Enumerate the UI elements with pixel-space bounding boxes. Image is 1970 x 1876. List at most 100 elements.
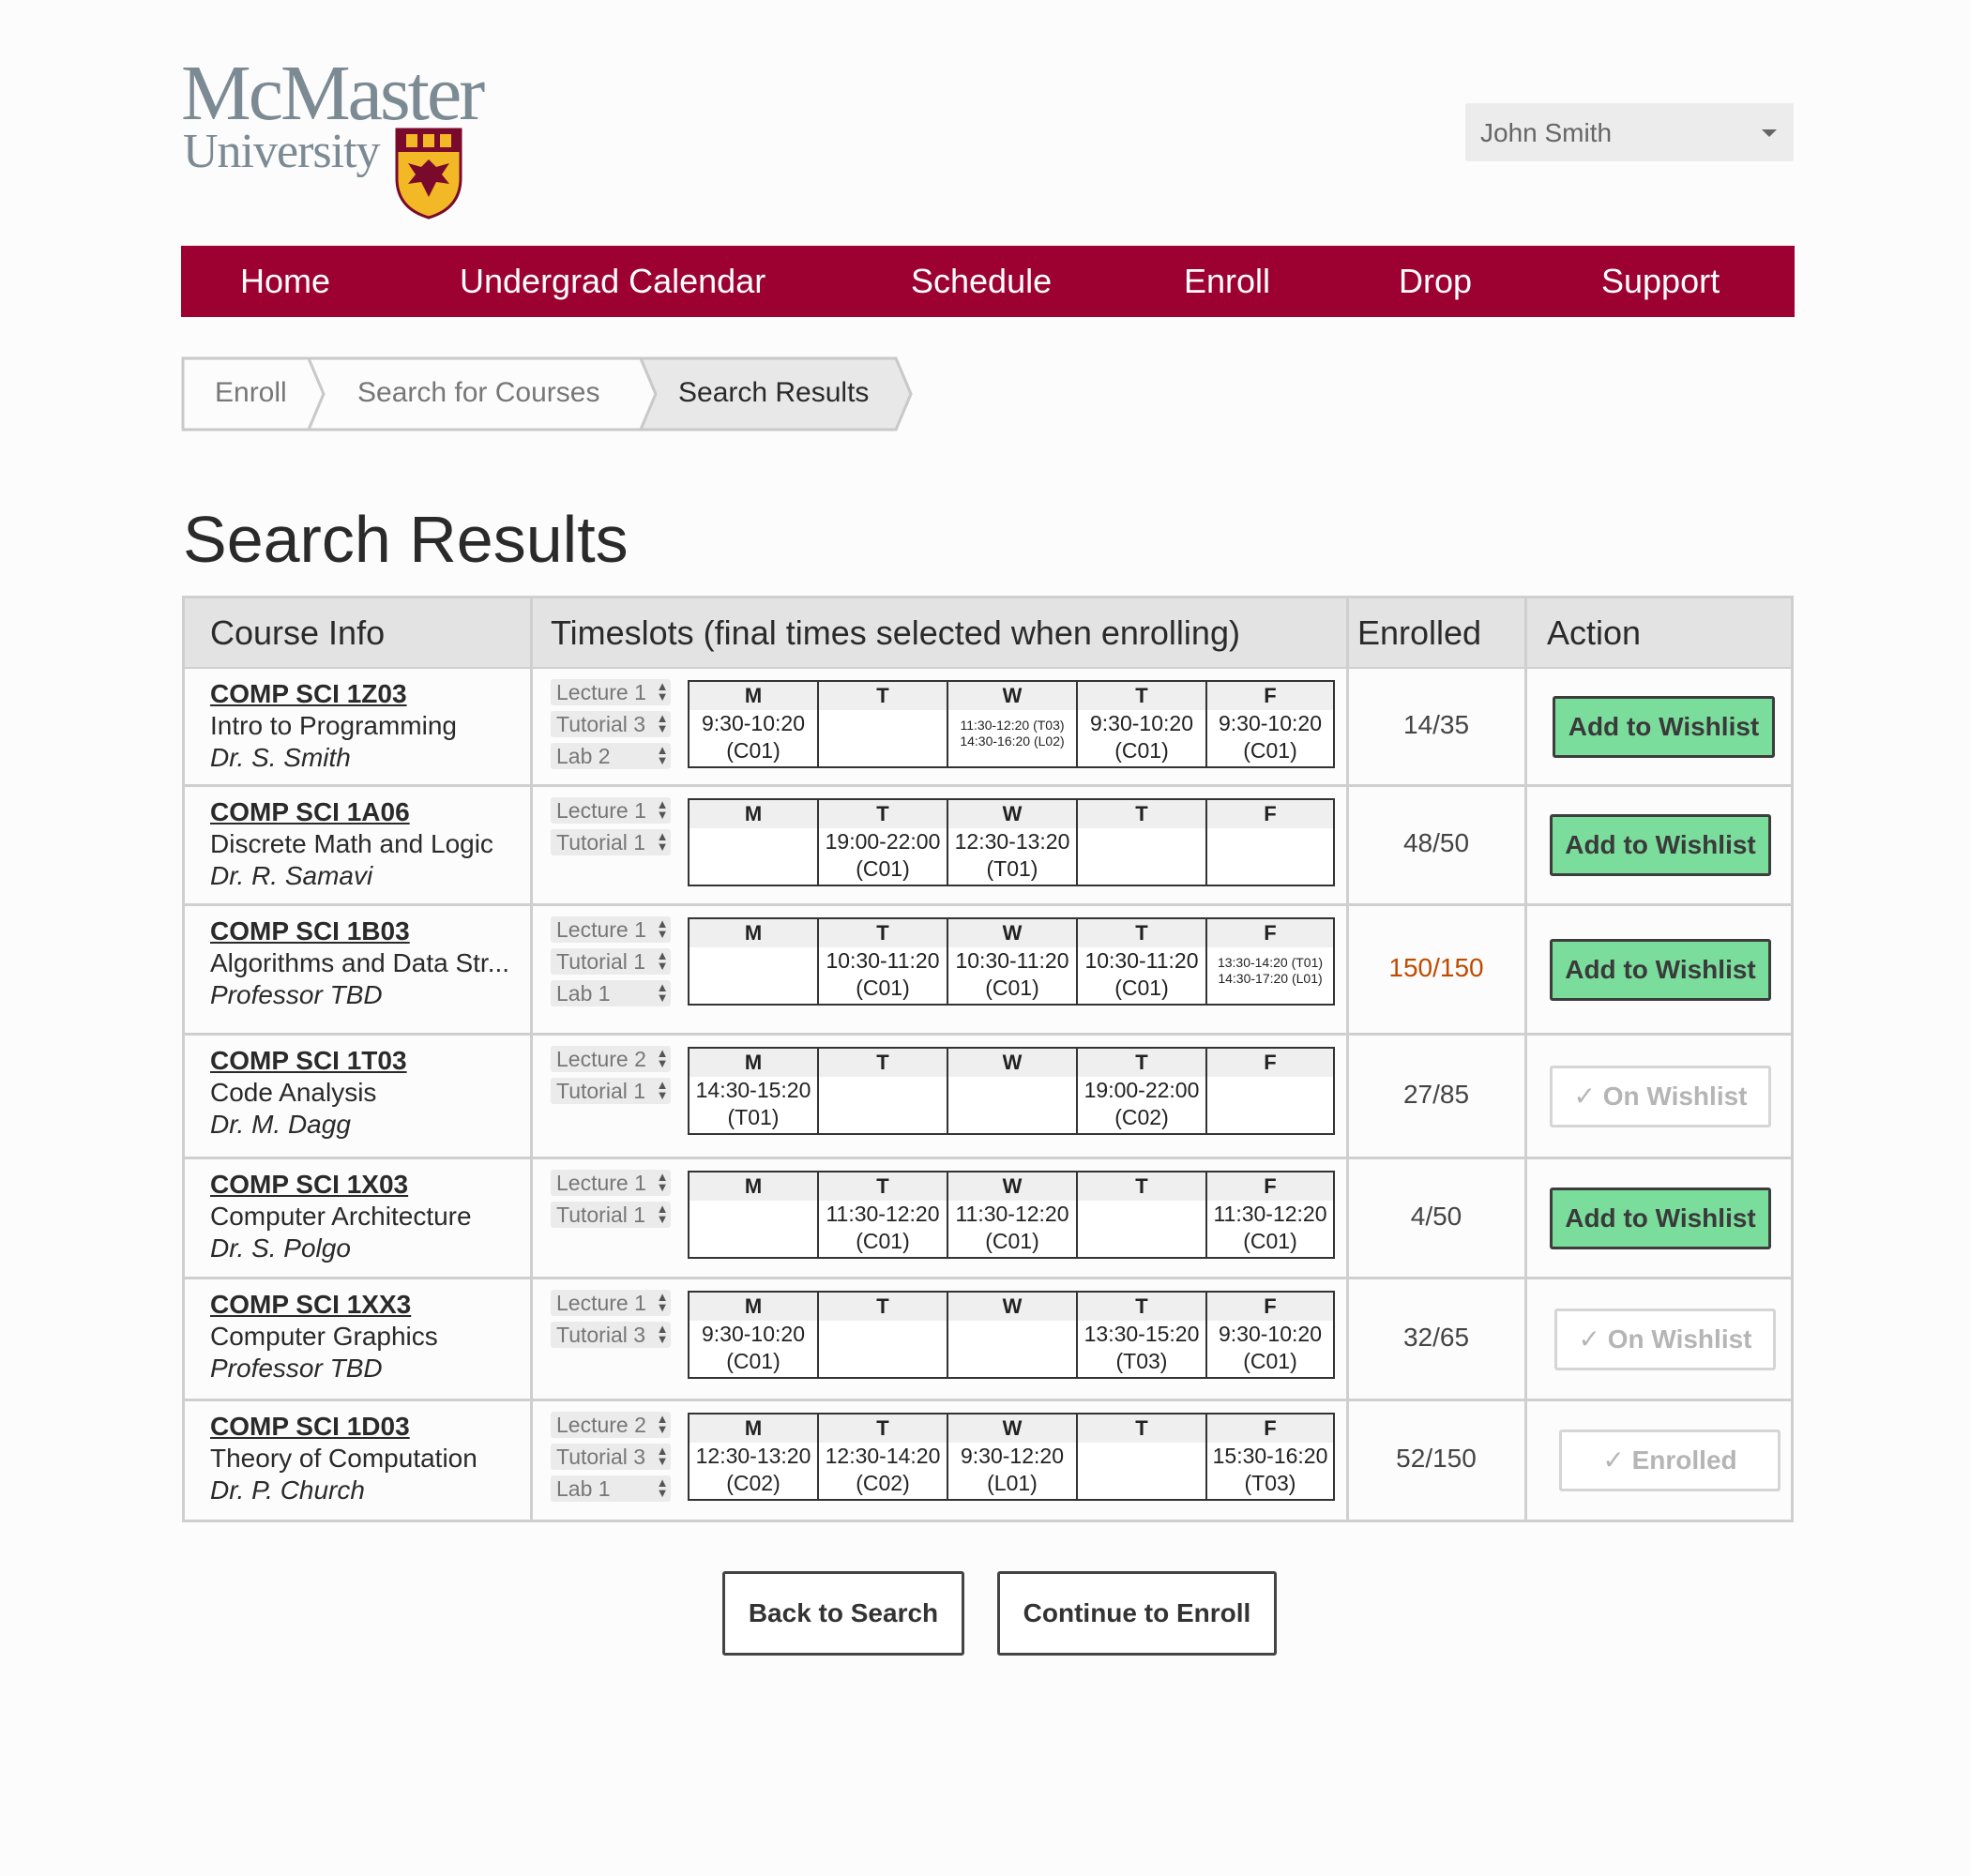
component-select[interactable]: Tutorial 1 ▲ ▼ [551, 829, 671, 855]
timeslot-entry: 12:30-13:20 (C02) [690, 1443, 817, 1497]
day-header: T [819, 800, 947, 828]
enrolled-count: 150/150 [1388, 953, 1484, 982]
add-to-wishlist-button[interactable]: Add to Wishlist [1553, 696, 1775, 758]
timeslot-day: T 19:00-22:00 (C02) [1078, 1049, 1207, 1133]
component-select-value: Tutorial 3 [556, 712, 646, 736]
timeslot-day: T 13:30-15:20 (T03) [1078, 1293, 1207, 1377]
component-select[interactable]: Tutorial 1 ▲ ▼ [551, 1202, 671, 1228]
back-to-search-button[interactable]: Back to Search [722, 1571, 964, 1656]
component-select[interactable]: Lecture 1 ▲ ▼ [551, 916, 671, 943]
timeslot-grid: M T 19:00-22:00 (C01) W 12:30-13:20 (T01) T F [688, 798, 1335, 886]
day-header: M [690, 682, 817, 710]
day-header: W [948, 1293, 1076, 1321]
component-select[interactable]: Lecture 1 ▲ ▼ [551, 679, 671, 705]
component-select[interactable]: Lab 1 ▲ ▼ [551, 980, 671, 1006]
enrolled-count: 4/50 [1410, 1202, 1462, 1231]
component-select[interactable]: Lecture 2 ▲ ▼ [551, 1046, 671, 1072]
day-header: F [1207, 800, 1333, 828]
nav-drop[interactable]: Drop [1399, 262, 1472, 301]
course-code-link[interactable]: COMP SCI 1XX3 [210, 1289, 438, 1321]
course-code-link[interactable]: COMP SCI 1D03 [210, 1411, 477, 1443]
course-code-link[interactable]: COMP SCI 1X03 [210, 1169, 472, 1201]
timeslot-grid: M 12:30-13:20 (C02) T 12:30-14:20 (C02) W 9:30-… [688, 1413, 1335, 1501]
breadcrumb: Enroll Search for Courses Search Results [181, 356, 913, 431]
day-header: T [1078, 1172, 1205, 1201]
timeslot-entry: 11:30-12:20 (T03) 14:30-16:20 (L02) [948, 710, 1076, 749]
component-select[interactable]: Lecture 1 ▲ ▼ [551, 797, 671, 824]
header-timeslots: Timeslots (final times selected when enr… [551, 613, 1240, 652]
timeslot-day: T 10:30-11:20 (C01) [1078, 919, 1207, 1004]
nav-schedule[interactable]: Schedule [911, 262, 1052, 301]
component-select[interactable]: Lecture 2 ▲ ▼ [551, 1412, 671, 1438]
timeslot-day: T [819, 682, 948, 766]
timeslot-day: M [690, 919, 819, 1004]
enrolled-status-button[interactable]: ✓ Enrolled [1559, 1430, 1781, 1491]
timeslot-line: (C01) [856, 1229, 910, 1253]
timeslot-line: (T03) [1115, 1349, 1168, 1373]
component-select-value: Lecture 1 [556, 680, 646, 704]
component-select[interactable]: Tutorial 1 ▲ ▼ [551, 1078, 671, 1104]
component-select[interactable]: Lecture 1 ▲ ▼ [551, 1170, 671, 1196]
component-select[interactable]: Tutorial 3 ▲ ▼ [551, 711, 671, 737]
table-row: COMP SCI 1D03 Theory of Computation Dr. P.… [185, 1401, 1791, 1520]
mcmaster-logo[interactable]: McMaster University [181, 54, 485, 223]
day-header: T [819, 919, 947, 947]
nav-support[interactable]: Support [1601, 262, 1720, 301]
component-select[interactable]: Lecture 1 ▲ ▼ [551, 1290, 671, 1316]
timeslot-entry: 19:00-22:00 (C01) [819, 828, 947, 883]
chevron-down-icon [1762, 129, 1777, 137]
nav-home[interactable]: Home [240, 262, 330, 301]
breadcrumb-search-for-courses[interactable]: Search for Courses [357, 377, 599, 409]
course-code-link[interactable]: COMP SCI 1T03 [210, 1045, 407, 1077]
course-code-link[interactable]: COMP SCI 1A06 [210, 796, 493, 828]
timeslot-day: F [1207, 1049, 1333, 1133]
day-header: W [948, 682, 1076, 710]
course-code-link[interactable]: COMP SCI 1B03 [210, 915, 509, 947]
component-select[interactable]: Tutorial 3 ▲ ▼ [551, 1322, 671, 1348]
timeslot-line: 9:30-10:20 [1090, 711, 1193, 735]
timeslot-line: 11:30-12:20 (T03) [960, 718, 1065, 733]
day-header: F [1207, 1172, 1333, 1201]
timeslot-day: T [819, 1049, 948, 1133]
component-select[interactable]: Lab 1 ▲ ▼ [551, 1475, 671, 1502]
updown-arrows-icon: ▲ ▼ [656, 1078, 669, 1102]
component-select-value: Lecture 1 [556, 1291, 646, 1315]
timeslot-line: (L01) [987, 1471, 1038, 1495]
user-menu-dropdown[interactable]: John Smith [1465, 103, 1794, 161]
timeslot-line: 10:30-11:20 [826, 948, 940, 973]
add-to-wishlist-button[interactable]: Add to Wishlist [1550, 1188, 1771, 1249]
header-course-info: Course Info [210, 613, 386, 652]
on-wishlist-button[interactable]: ✓ On Wishlist [1554, 1309, 1776, 1370]
day-header: F [1207, 919, 1333, 947]
updown-arrows-icon: ▲ ▼ [656, 679, 669, 704]
component-select[interactable]: Tutorial 1 ▲ ▼ [551, 948, 671, 975]
add-to-wishlist-button[interactable]: Add to Wishlist [1550, 814, 1771, 876]
on-wishlist-button[interactable]: ✓ On Wishlist [1550, 1066, 1771, 1127]
component-select-value: Tutorial 1 [556, 949, 646, 974]
breadcrumb-enroll[interactable]: Enroll [215, 377, 287, 409]
timeslot-day: F [1207, 800, 1333, 885]
timeslot-day: M [690, 800, 819, 885]
nav-undergrad-calendar[interactable]: Undergrad Calendar [460, 262, 765, 301]
timeslot-grid: M T 10:30-11:20 (C01) W 10:30-11:20 (C01) T 10:3… [688, 917, 1335, 1006]
continue-to-enroll-button[interactable]: Continue to Enroll [997, 1571, 1277, 1656]
timeslot-entry: 11:30-12:20 (C01) [819, 1201, 947, 1255]
header-action: Action [1547, 613, 1642, 652]
add-to-wishlist-button[interactable]: Add to Wishlist [1550, 939, 1771, 1001]
timeslot-line: (C01) [856, 856, 910, 881]
course-code-link[interactable]: COMP SCI 1Z03 [210, 678, 457, 710]
component-select[interactable]: Tutorial 3 ▲ ▼ [551, 1444, 671, 1470]
updown-arrows-icon: ▲ ▼ [656, 980, 669, 1005]
component-select[interactable]: Lab 2 ▲ ▼ [551, 743, 671, 769]
timeslot-line: 14:30-15:20 [695, 1078, 811, 1102]
course-info: COMP SCI 1B03 Algorithms and Data Str... P… [210, 915, 509, 1011]
course-info: COMP SCI 1D03 Theory of Computation Dr. P.… [210, 1411, 477, 1506]
timeslot-line: 11:30-12:20 [955, 1202, 1069, 1226]
nav-enroll[interactable]: Enroll [1184, 262, 1270, 301]
timeslot-line: 11:30-12:20 [826, 1202, 940, 1226]
timeslot-day: F 9:30-10:20 (C01) [1207, 1293, 1333, 1377]
day-header: W [948, 1172, 1076, 1201]
updown-arrows-icon: ▲ ▼ [656, 829, 669, 854]
timeslot-line: 9:30-12:20 [961, 1444, 1064, 1468]
timeslot-entry: 11:30-12:20 (C01) [948, 1201, 1076, 1255]
